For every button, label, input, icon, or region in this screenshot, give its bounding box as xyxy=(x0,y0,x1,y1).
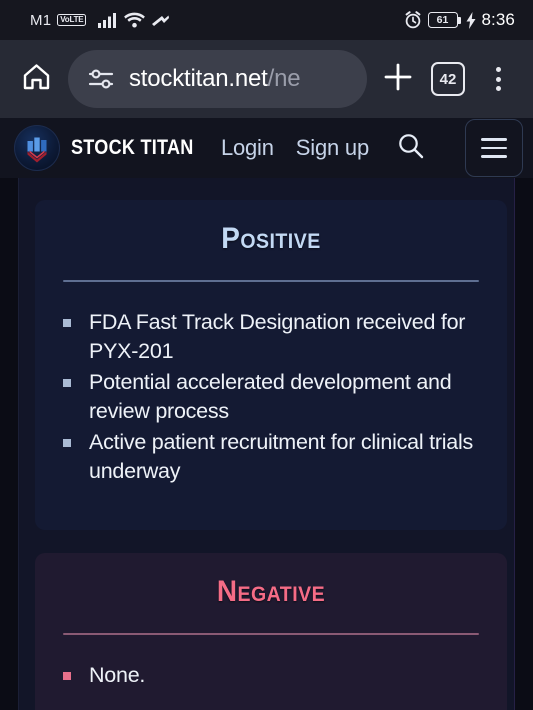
plus-icon xyxy=(382,61,414,98)
volte-badge: VoLTE xyxy=(57,14,87,26)
home-icon xyxy=(21,61,52,97)
brand-name: STOCK TITAN xyxy=(71,136,194,159)
positive-sentiment-card: Positive FDA Fast Track Designation rece… xyxy=(35,200,507,530)
list-item: FDA Fast Track Designation received for … xyxy=(61,308,481,366)
content-column: Positive FDA Fast Track Designation rece… xyxy=(18,178,515,710)
hamburger-menu-button[interactable] xyxy=(465,119,523,177)
positive-card-title: Positive xyxy=(221,222,321,255)
tab-count-badge: 42 xyxy=(431,62,465,96)
signal-bars-icon xyxy=(98,12,118,28)
brand-logo-link[interactable]: STOCK TITAN xyxy=(14,125,214,171)
list-item: Potential accelerated development and re… xyxy=(61,368,481,426)
status-bar-clock: 8:36 xyxy=(481,10,515,29)
negative-card-title: Negative xyxy=(216,575,326,608)
status-bar-right: 61 8:36 xyxy=(404,10,516,30)
phone-screen: M1 VoLTE 61 8:36 stocktitan.net/ne 42 ST… xyxy=(0,0,533,710)
tab-switcher-button[interactable]: 42 xyxy=(423,53,473,105)
charging-bolt-icon xyxy=(466,11,476,29)
address-bar[interactable]: stocktitan.net/ne xyxy=(68,50,367,108)
battery-level: 61 xyxy=(436,14,449,26)
list-item: Active patient recruitment for clinical … xyxy=(61,428,481,486)
site-header: STOCK TITAN Login Sign up xyxy=(0,118,533,178)
search-icon xyxy=(396,131,426,166)
carrier-label: M1 xyxy=(30,11,52,29)
kebab-menu-icon xyxy=(495,67,501,91)
browser-menu-button[interactable] xyxy=(473,53,523,105)
page-body: Positive FDA Fast Track Designation rece… xyxy=(0,178,533,710)
url-domain: stocktitan.net xyxy=(129,65,268,92)
list-item: None. xyxy=(61,661,481,690)
search-button[interactable] xyxy=(391,126,431,170)
positive-card-divider xyxy=(63,280,479,282)
battery-indicator: 61 xyxy=(427,12,461,28)
negative-sentiment-card: Negative None. xyxy=(35,553,507,710)
header-nav: Login Sign up xyxy=(221,119,523,177)
status-bar-left: M1 VoLTE xyxy=(30,12,170,29)
data-transfer-icon xyxy=(151,13,170,28)
negative-card-divider xyxy=(63,633,479,635)
signup-link[interactable]: Sign up xyxy=(296,135,369,161)
android-status-bar: M1 VoLTE 61 8:36 xyxy=(0,0,533,40)
tune-sliders-icon[interactable] xyxy=(88,67,115,91)
hamburger-menu-icon xyxy=(481,138,507,158)
login-link[interactable]: Login xyxy=(221,135,274,161)
alarm-clock-icon xyxy=(404,11,422,29)
stock-titan-logo-icon xyxy=(14,125,60,171)
wifi-icon xyxy=(124,12,146,28)
url-text: stocktitan.net/ne xyxy=(129,65,301,93)
browser-toolbar: stocktitan.net/ne 42 xyxy=(0,40,533,118)
negative-bullet-list: None. xyxy=(61,661,481,690)
url-path: /ne xyxy=(267,65,301,92)
home-button[interactable] xyxy=(10,53,62,105)
positive-bullet-list: FDA Fast Track Designation received for … xyxy=(61,308,481,486)
new-tab-button[interactable] xyxy=(373,53,423,105)
